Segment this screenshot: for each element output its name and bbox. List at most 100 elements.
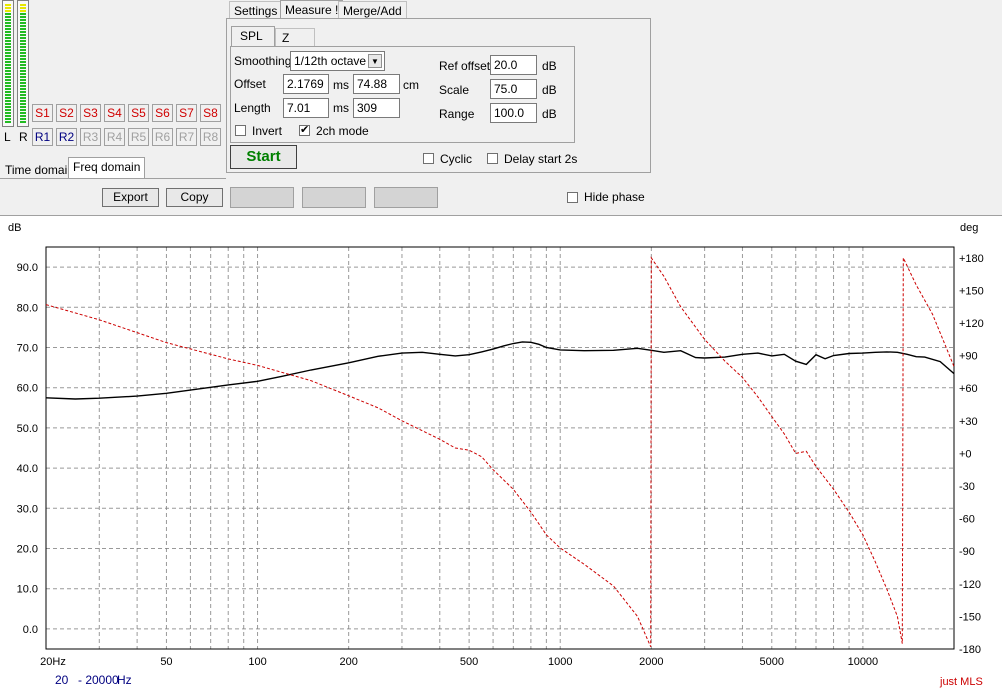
offset-cm-input[interactable]: 74.88 — [353, 74, 400, 94]
blank-button-3[interactable] — [374, 187, 438, 208]
memory-button-r4[interactable]: R4 — [104, 128, 125, 146]
chevron-down-icon[interactable]: ▼ — [368, 54, 382, 68]
vu-segment — [20, 73, 26, 75]
blank-button-2[interactable] — [302, 187, 366, 208]
vu-segment — [5, 94, 11, 96]
vu-segment — [5, 22, 11, 24]
vu-segment — [20, 67, 26, 69]
cyclic-label: Cyclic — [440, 152, 472, 166]
memory-button-s3[interactable]: S3 — [80, 104, 101, 122]
start-button[interactable]: Start — [230, 145, 297, 169]
vu-segment — [20, 52, 26, 54]
memory-button-r6[interactable]: R6 — [152, 128, 173, 146]
vu-segment — [5, 109, 11, 111]
length-samples-input[interactable]: 309 — [353, 98, 400, 118]
vu-segment — [20, 109, 26, 111]
export-button[interactable]: Export — [102, 188, 159, 207]
tab-measure[interactable]: Measure ! — [280, 0, 344, 19]
vu-segment — [5, 46, 11, 48]
memory-button-r2[interactable]: R2 — [56, 128, 77, 146]
tab-freq-domain[interactable]: Freq domain — [68, 157, 146, 179]
vu-segment — [20, 25, 26, 27]
vu-segment — [20, 28, 26, 30]
tab-z[interactable]: Z — [275, 28, 315, 47]
memory-button-r3[interactable]: R3 — [80, 128, 101, 146]
vu-segment — [5, 58, 11, 60]
memory-button-s7[interactable]: S7 — [176, 104, 197, 122]
range-from-label: 20 — [55, 673, 69, 687]
range-unit: dB — [542, 107, 557, 121]
memory-button-s1[interactable]: S1 — [32, 104, 53, 122]
length-ms-input[interactable]: 7.01 — [283, 98, 329, 118]
vu-segment — [5, 40, 11, 42]
memory-button-s2[interactable]: S2 — [56, 104, 77, 122]
vu-segment — [20, 118, 26, 120]
twoch-checkbox[interactable] — [299, 123, 310, 136]
twoch-label: 2ch mode — [316, 124, 369, 138]
hide-phase-checkbox[interactable] — [567, 192, 578, 203]
memory-button-r7[interactable]: R7 — [176, 128, 197, 146]
plot-background — [0, 215, 1002, 694]
memory-button-r8[interactable]: R8 — [200, 128, 221, 146]
vu-segment — [5, 31, 11, 33]
smoothing-label: Smoothing — [234, 54, 292, 68]
scale-label: Scale — [439, 83, 470, 97]
tab-spl[interactable]: SPL — [231, 26, 275, 47]
vu-segment — [5, 49, 11, 51]
memory-button-s4[interactable]: S4 — [104, 104, 125, 122]
memory-button-s8[interactable]: S8 — [200, 104, 221, 122]
vu-segment — [5, 43, 11, 45]
ref-offset-unit: dB — [542, 59, 557, 73]
vu-segment — [20, 112, 26, 114]
range-unit-label: Hz — [117, 673, 132, 687]
vu-segment — [20, 16, 26, 18]
memory-button-r1[interactable]: R1 — [32, 128, 53, 146]
smoothing-value: 1/12th octave — [294, 54, 367, 68]
vu-segment — [5, 118, 11, 120]
memory-button-s5[interactable]: S5 — [128, 104, 149, 122]
vu-segment — [20, 49, 26, 51]
brand-label: just MLS — [940, 676, 983, 688]
vu-segment — [20, 97, 26, 99]
vu-segment — [5, 73, 11, 75]
invert-checkbox[interactable] — [235, 125, 246, 136]
vu-segment — [20, 19, 26, 21]
vu-segment — [5, 91, 11, 93]
vu-segment — [20, 91, 26, 93]
vu-segment — [5, 76, 11, 78]
range-to-label: - 20000 — [78, 673, 119, 687]
ref-offset-input[interactable]: 20.0 — [490, 55, 537, 75]
offset-ms-unit: ms — [333, 78, 349, 92]
smoothing-select[interactable]: 1/12th octave ▼ — [290, 51, 385, 71]
ref-offset-label: Ref offset — [439, 59, 491, 73]
offset-ms-input[interactable]: 2.1769 — [283, 74, 329, 94]
copy-button[interactable]: Copy — [166, 188, 223, 207]
vu-segment — [20, 103, 26, 105]
vu-segment — [5, 121, 11, 123]
memory-button-r5[interactable]: R5 — [128, 128, 149, 146]
vu-segment — [5, 79, 11, 81]
range-input[interactable]: 100.0 — [490, 103, 537, 123]
vu-segment — [5, 67, 11, 69]
vu-segment — [5, 25, 11, 27]
vu-segment — [20, 115, 26, 117]
vu-segment — [5, 34, 11, 36]
delay-checkbox[interactable] — [487, 153, 498, 164]
offset-label: Offset — [234, 77, 266, 91]
offset-cm-unit: cm — [403, 78, 419, 92]
vu-segment — [5, 85, 11, 87]
vu-segment — [20, 7, 26, 9]
blank-button-1[interactable] — [230, 187, 294, 208]
vu-right-label: R — [19, 130, 28, 144]
vu-segment — [5, 4, 11, 6]
vu-segment — [20, 31, 26, 33]
vu-segment — [5, 19, 11, 21]
vu-segment — [5, 10, 11, 12]
vu-segment — [5, 13, 11, 15]
cyclic-checkbox[interactable] — [423, 153, 434, 164]
scale-input[interactable]: 75.0 — [490, 79, 537, 99]
memory-button-s6[interactable]: S6 — [152, 104, 173, 122]
vu-segment — [5, 70, 11, 72]
vu-segment — [5, 88, 11, 90]
vu-segment — [20, 4, 26, 6]
